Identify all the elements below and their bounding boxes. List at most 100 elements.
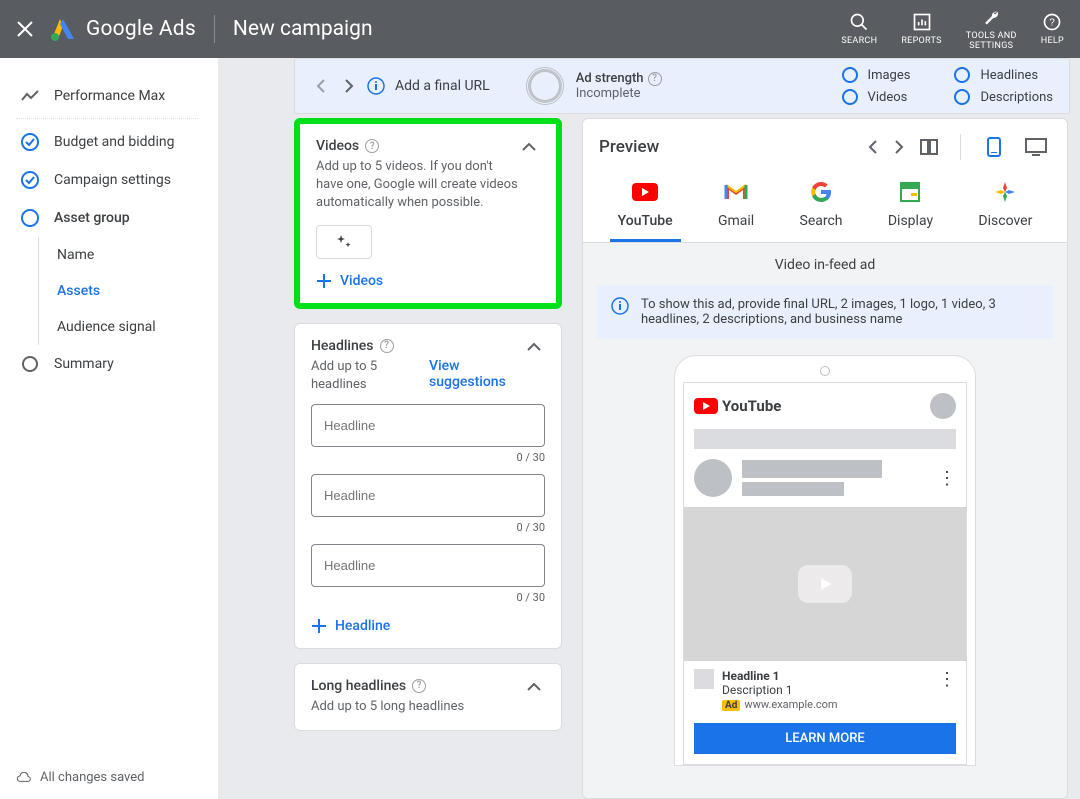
long-headlines-card: Long headlines ? Add up to 5 long headli… bbox=[294, 663, 562, 731]
headlines-card: Headlines ? Add up to 5 headlines View s… bbox=[294, 323, 562, 649]
long-headlines-desc: Add up to 5 long headlines bbox=[311, 698, 523, 716]
sidebar: Performance Max Budget and bidding Campa… bbox=[0, 58, 218, 799]
product-label: Google Ads bbox=[86, 17, 196, 41]
thumb-placeholder bbox=[694, 669, 714, 689]
add-headline-button[interactable]: Headline bbox=[311, 618, 545, 634]
mock-url: www.example.com bbox=[744, 698, 837, 711]
display-icon bbox=[900, 181, 920, 203]
headline-input-2[interactable] bbox=[311, 474, 545, 517]
help-tooltip-icon[interactable]: ? bbox=[365, 139, 379, 153]
info-circle-icon bbox=[367, 77, 385, 95]
channel-avatar-placeholder bbox=[694, 459, 732, 497]
strength-check-images: Images bbox=[842, 67, 911, 83]
videos-card-desc: Add up to 5 videos. If you don't have on… bbox=[316, 158, 518, 213]
ad-strength-bar: Add a final URL Ad strength ? Incomplete… bbox=[294, 58, 1070, 114]
ad-badge: Ad bbox=[722, 700, 740, 711]
prev-arrow-icon[interactable] bbox=[311, 75, 331, 97]
tab-display[interactable]: Display bbox=[880, 175, 941, 242]
check-circle-icon bbox=[20, 133, 40, 151]
gmail-icon bbox=[724, 181, 748, 203]
main-content: Add a final URL Ad strength ? Incomplete… bbox=[218, 58, 1080, 799]
view-suggestions-link[interactable]: View suggestions bbox=[429, 358, 523, 390]
help-tooltip-icon[interactable]: ? bbox=[380, 339, 394, 353]
collapse-icon[interactable] bbox=[523, 678, 545, 696]
add-final-url-link[interactable]: Add a final URL bbox=[395, 78, 490, 94]
tab-gmail[interactable]: Gmail bbox=[710, 175, 762, 242]
plus-icon bbox=[311, 618, 327, 634]
char-count: 0 / 30 bbox=[311, 591, 545, 604]
play-icon bbox=[798, 565, 852, 603]
sidebar-sub-name[interactable]: Name bbox=[39, 237, 218, 273]
strength-check-headlines: Headlines bbox=[954, 67, 1053, 83]
videos-card: Videos ? Add up to 5 videos. If you don'… bbox=[294, 118, 562, 309]
phone-mockup: YouTube ⋮ bbox=[674, 355, 976, 766]
svg-text:?: ? bbox=[1050, 17, 1056, 28]
sidebar-sub-audience[interactable]: Audience signal bbox=[39, 309, 218, 345]
collapse-icon[interactable] bbox=[518, 138, 540, 156]
strength-gauge-icon bbox=[526, 67, 564, 105]
collapse-icon[interactable] bbox=[523, 338, 545, 356]
mock-headline: Headline 1 bbox=[722, 669, 930, 683]
mobile-device-icon[interactable] bbox=[983, 133, 1005, 161]
page-title: New campaign bbox=[233, 17, 373, 41]
avatar-placeholder bbox=[930, 393, 956, 419]
sidebar-item-campaign-settings[interactable]: Campaign settings bbox=[16, 161, 218, 199]
mock-description: Description 1 bbox=[722, 683, 930, 697]
next-arrow-icon[interactable] bbox=[339, 75, 359, 97]
info-banner: To show this ad, provide final URL, 2 im… bbox=[597, 285, 1053, 339]
sparkle-icon bbox=[335, 233, 353, 251]
search-icon bbox=[849, 12, 869, 32]
search-action[interactable]: SEARCH bbox=[841, 12, 877, 46]
discover-icon bbox=[994, 181, 1016, 203]
sidebar-item-asset-group[interactable]: Asset group bbox=[16, 199, 218, 237]
headline-input-3[interactable] bbox=[311, 544, 545, 587]
sidebar-item-summary[interactable]: Summary bbox=[16, 345, 218, 383]
youtube-logo: YouTube bbox=[694, 397, 781, 415]
sidebar-item-label: Summary bbox=[54, 356, 114, 372]
help-action[interactable]: ? HELP bbox=[1041, 12, 1064, 46]
trend-icon bbox=[20, 90, 40, 102]
preview-title: Preview bbox=[599, 137, 659, 157]
split-view-icon[interactable] bbox=[920, 139, 938, 155]
videos-card-title: Videos bbox=[316, 138, 359, 154]
headline-input-1[interactable] bbox=[311, 404, 545, 447]
help-tooltip-icon[interactable]: ? bbox=[412, 679, 426, 693]
sidebar-item-label: Asset group bbox=[54, 210, 130, 226]
more-icon: ⋮ bbox=[938, 468, 956, 489]
preview-format-label: Video in-feed ad bbox=[597, 257, 1053, 273]
strength-check-videos: Videos bbox=[842, 89, 911, 105]
sidebar-item-budget[interactable]: Budget and bidding bbox=[16, 123, 218, 161]
help-icon: ? bbox=[1042, 12, 1062, 32]
auto-video-placeholder[interactable] bbox=[316, 225, 372, 259]
reports-action[interactable]: REPORTS bbox=[901, 12, 941, 46]
tab-youtube[interactable]: YouTube bbox=[610, 175, 681, 242]
save-status: All changes saved bbox=[16, 770, 218, 791]
long-headlines-title: Long headlines bbox=[311, 678, 406, 694]
ad-strength-label: Ad strength bbox=[576, 71, 644, 86]
sidebar-item-label: Performance Max bbox=[54, 88, 165, 104]
tab-search[interactable]: Search bbox=[792, 175, 851, 242]
close-icon[interactable] bbox=[16, 20, 34, 38]
youtube-icon bbox=[632, 181, 658, 203]
headlines-card-desc: Add up to 5 headlines bbox=[311, 358, 417, 394]
radio-empty-icon bbox=[20, 355, 40, 373]
plus-icon bbox=[316, 273, 332, 289]
check-circle-icon bbox=[20, 171, 40, 189]
preview-prev-icon[interactable] bbox=[868, 140, 878, 154]
preview-panel: Preview YouTube bbox=[582, 118, 1068, 799]
help-tooltip-icon[interactable]: ? bbox=[648, 72, 662, 86]
preview-next-icon[interactable] bbox=[894, 140, 904, 154]
add-videos-button[interactable]: Videos bbox=[316, 273, 540, 289]
sidebar-item-label: Campaign settings bbox=[54, 172, 171, 188]
desktop-device-icon[interactable] bbox=[1021, 134, 1051, 160]
tools-action[interactable]: TOOLS AND SETTINGS bbox=[966, 7, 1017, 51]
sidebar-sub-assets[interactable]: Assets bbox=[39, 273, 218, 309]
ad-strength-status: Incomplete bbox=[576, 86, 662, 101]
google-ads-logo-icon bbox=[50, 17, 76, 41]
sidebar-item-label: Budget and bidding bbox=[54, 134, 174, 150]
top-bar: Google Ads New campaign SEARCH REPORTS T… bbox=[0, 0, 1080, 58]
char-count: 0 / 30 bbox=[311, 451, 545, 464]
sidebar-item-performance-max[interactable]: Performance Max bbox=[16, 78, 218, 114]
tab-discover[interactable]: Discover bbox=[970, 175, 1040, 242]
topbar-divider bbox=[214, 15, 215, 43]
